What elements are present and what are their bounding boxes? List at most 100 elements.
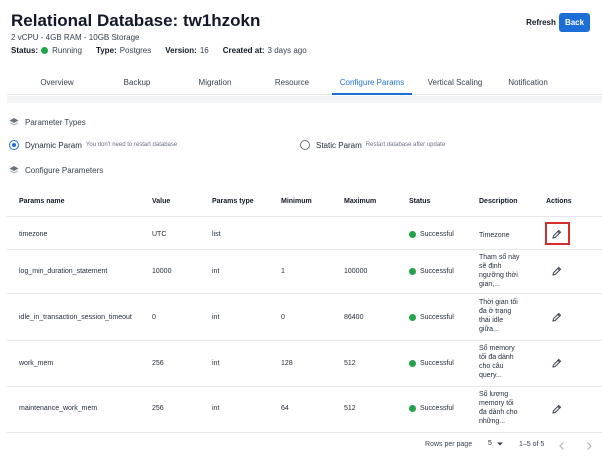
param-name: maintenance_work_mem [19, 405, 98, 412]
param-status: Successful [409, 268, 454, 275]
static-param-hint: Restart database after update [365, 142, 446, 148]
success-status-dot [409, 231, 416, 238]
parameter-types-heading: Parameter Types [9, 117, 86, 127]
dynamic-param-hint: You don't need to restart database [85, 142, 178, 148]
pencil-icon [552, 229, 562, 239]
param-type: int [212, 314, 220, 321]
layers-icon [9, 166, 19, 174]
static-param-radio[interactable] [300, 140, 310, 150]
parameter-types-title: Parameter Types [25, 117, 86, 127]
tab-configure-params[interactable]: Configure Params [332, 72, 412, 95]
pencil-icon [552, 404, 562, 414]
status-text: Successful [420, 314, 454, 321]
param-value: 10000 [152, 268, 172, 275]
status-text: Successful [420, 360, 454, 367]
status-meta: Status: Running [11, 46, 82, 55]
tab-backup[interactable]: Backup [103, 72, 171, 95]
status-text: Successful [420, 231, 454, 238]
column-header-name: Params name [19, 198, 65, 205]
database-spec: 2 vCPU - 4GB RAM - 10GB Storage [11, 33, 140, 42]
param-status: Successful [409, 405, 454, 412]
column-header-minimum: Minimum [281, 198, 312, 205]
row-divider [7, 249, 602, 250]
tab-migration[interactable]: Migration [181, 72, 249, 95]
param-status: Successful [409, 314, 454, 321]
description-line: Timezone [479, 232, 510, 239]
status-label: Status: [11, 46, 39, 55]
status-value: Running [52, 46, 82, 55]
back-button[interactable]: Back [559, 13, 590, 32]
description-line: giữa... [479, 326, 499, 333]
tab-notification[interactable]: Notification [497, 72, 559, 95]
edit-button[interactable] [551, 311, 563, 323]
description-line: Số lượng [479, 391, 509, 398]
success-status-dot [409, 360, 416, 367]
success-status-dot [409, 405, 416, 412]
description-line: Thời gian tối [479, 299, 518, 306]
refresh-button[interactable]: Refresh [523, 14, 559, 31]
version-value: 16 [199, 46, 209, 55]
column-header-actions: Actions [546, 198, 572, 205]
tab-bar: Overview Backup Migration Resource Confi… [7, 72, 602, 95]
configure-parameters-title: Configure Parameters [25, 165, 104, 175]
param-description: Timezone [479, 231, 529, 240]
static-param-label: Static Param [316, 140, 362, 150]
param-minimum: 128 [281, 360, 293, 367]
param-maximum: 100000 [344, 268, 368, 275]
type-label: Type: [95, 46, 117, 55]
column-header-maximum: Maximum [344, 198, 377, 205]
param-minimum: 1 [281, 268, 285, 275]
param-name: log_min_duration_statement [19, 268, 108, 275]
pencil-icon [552, 266, 562, 276]
edit-button[interactable] [551, 265, 563, 277]
description-line: gian,... [479, 281, 501, 288]
param-minimum: 0 [281, 314, 285, 321]
edit-button[interactable] [551, 357, 563, 369]
status-text: Successful [420, 405, 454, 412]
tab-vertical-scaling[interactable]: Vertical Scaling [417, 72, 493, 95]
edit-button[interactable] [551, 403, 563, 415]
description-line: đa dành cho [479, 409, 518, 416]
tab-resource[interactable]: Resource [258, 72, 326, 95]
rows-per-page-select[interactable]: 5 [488, 440, 504, 447]
created-meta: Created at: 3 days ago [223, 46, 307, 55]
param-type: int [212, 360, 220, 367]
param-minimum: 64 [281, 405, 289, 412]
param-description: Tham số này sẽ định ngưỡng thời gian,... [479, 253, 529, 289]
description-line: query... [479, 372, 502, 379]
param-type: list [212, 231, 221, 238]
rows-per-page-label: Rows per page [425, 441, 473, 448]
chevron-left-icon [559, 442, 564, 450]
version-meta: Version: 16 [165, 46, 208, 55]
type-value: Postgres [119, 46, 152, 55]
row-divider [7, 340, 602, 341]
description-line: ngưỡng thời [479, 272, 518, 279]
created-label: Created at: [222, 46, 265, 55]
database-meta: Status: Running Type: Postgres Version: … [11, 46, 321, 55]
description-line: tối đa dành [479, 354, 514, 361]
dynamic-param-label: Dynamic Param [25, 140, 82, 150]
param-name: timezone [19, 231, 48, 238]
param-description: Thời gian tối đa ở trạng thái idle giữa.… [479, 298, 529, 334]
created-value: 3 days ago [267, 46, 307, 55]
caret-down-icon [496, 442, 503, 445]
param-name: idle_in_transaction_session_timeout [19, 314, 132, 321]
row-divider [7, 386, 602, 387]
dynamic-param-radio[interactable] [9, 140, 19, 150]
previous-page-button[interactable] [556, 439, 568, 451]
static-param-option[interactable]: Static Param Restart database after upda… [300, 140, 445, 150]
dynamic-param-option[interactable]: Dynamic Param You don't need to restart … [9, 140, 177, 150]
next-page-button[interactable] [583, 439, 595, 451]
param-description: Số memory tối đa dành cho câu query... [479, 344, 529, 380]
column-header-status: Status [409, 198, 431, 205]
description-line: Số memory [479, 345, 515, 352]
pagination-range: 1–5 of 5 [519, 441, 545, 448]
success-status-dot [409, 268, 416, 275]
param-value: 256 [152, 360, 164, 367]
description-line: sẽ định [479, 263, 502, 270]
param-maximum: 86400 [344, 314, 364, 321]
status-text: Successful [420, 268, 454, 275]
edit-button[interactable] [551, 228, 563, 240]
tab-overview[interactable]: Overview [23, 72, 91, 95]
description-line: cho câu [479, 363, 504, 370]
